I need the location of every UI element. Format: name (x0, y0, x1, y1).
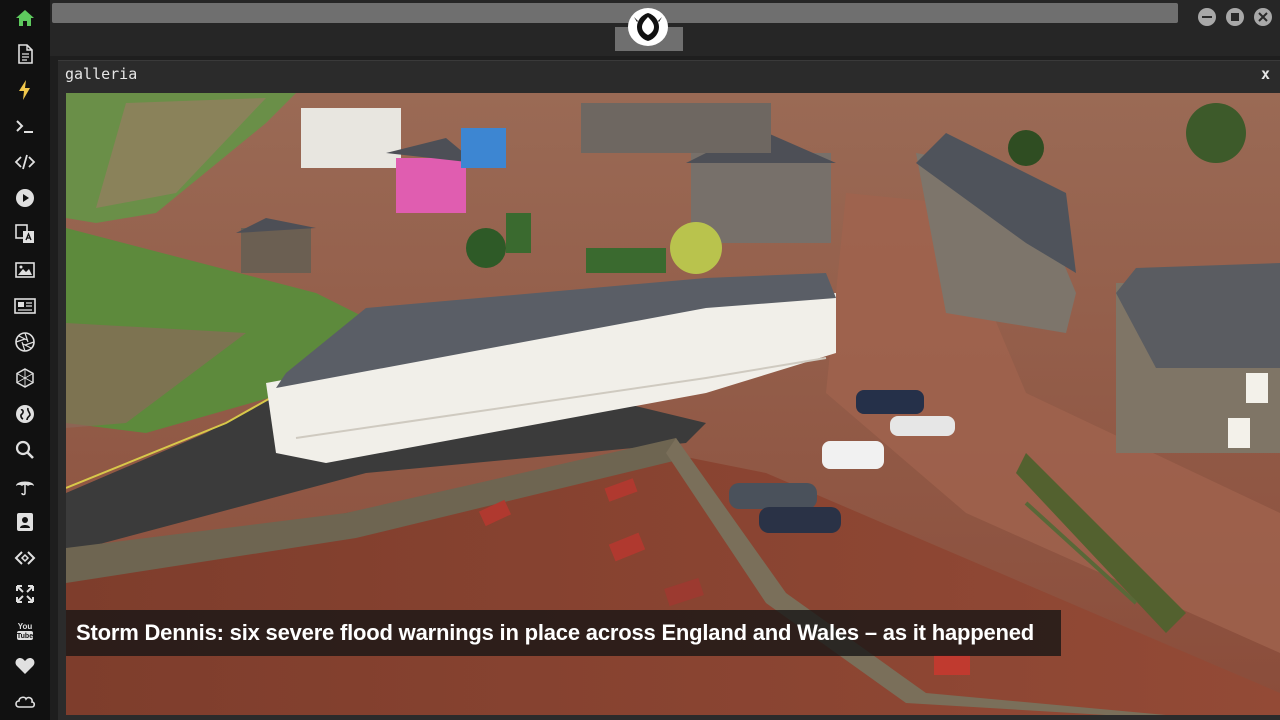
minimize-icon[interactable] (1198, 8, 1216, 26)
window-title: galleria (65, 65, 138, 83)
aperture-icon[interactable] (13, 330, 37, 354)
globe-icon[interactable] (13, 402, 37, 426)
home-icon[interactable] (13, 6, 37, 30)
window-close-button[interactable]: x (1261, 65, 1270, 83)
hexagon-icon[interactable] (13, 366, 37, 390)
link-icon[interactable] (13, 546, 37, 570)
image-caption: Storm Dennis: six severe flood warnings … (66, 610, 1061, 656)
play-icon[interactable] (13, 186, 37, 210)
umbrella-icon[interactable] (13, 474, 37, 498)
search-icon[interactable] (13, 438, 37, 462)
cloud-icon[interactable] (13, 690, 37, 714)
image-icon[interactable] (13, 258, 37, 282)
lightning-icon[interactable] (13, 78, 37, 102)
top-bar (50, 0, 1280, 56)
rebel-alliance-icon[interactable] (628, 8, 668, 46)
close-icon[interactable] (1254, 8, 1272, 26)
address-bar[interactable] (52, 3, 1178, 23)
terminal-icon[interactable] (13, 114, 37, 138)
news-icon[interactable] (13, 294, 37, 318)
caption-text: Storm Dennis: six severe flood warnings … (76, 620, 1035, 645)
document-icon[interactable] (13, 42, 37, 66)
fullscreen-icon[interactable] (13, 582, 37, 606)
contact-icon[interactable] (13, 510, 37, 534)
sidebar: You Tube (0, 0, 50, 720)
svg-text:Tube: Tube (17, 633, 33, 640)
heart-icon[interactable] (13, 654, 37, 678)
youtube-icon[interactable]: You Tube (13, 618, 37, 642)
translate-icon[interactable] (13, 222, 37, 246)
svg-text:You: You (18, 622, 33, 631)
code-icon[interactable] (13, 150, 37, 174)
maximize-icon[interactable] (1226, 8, 1244, 26)
